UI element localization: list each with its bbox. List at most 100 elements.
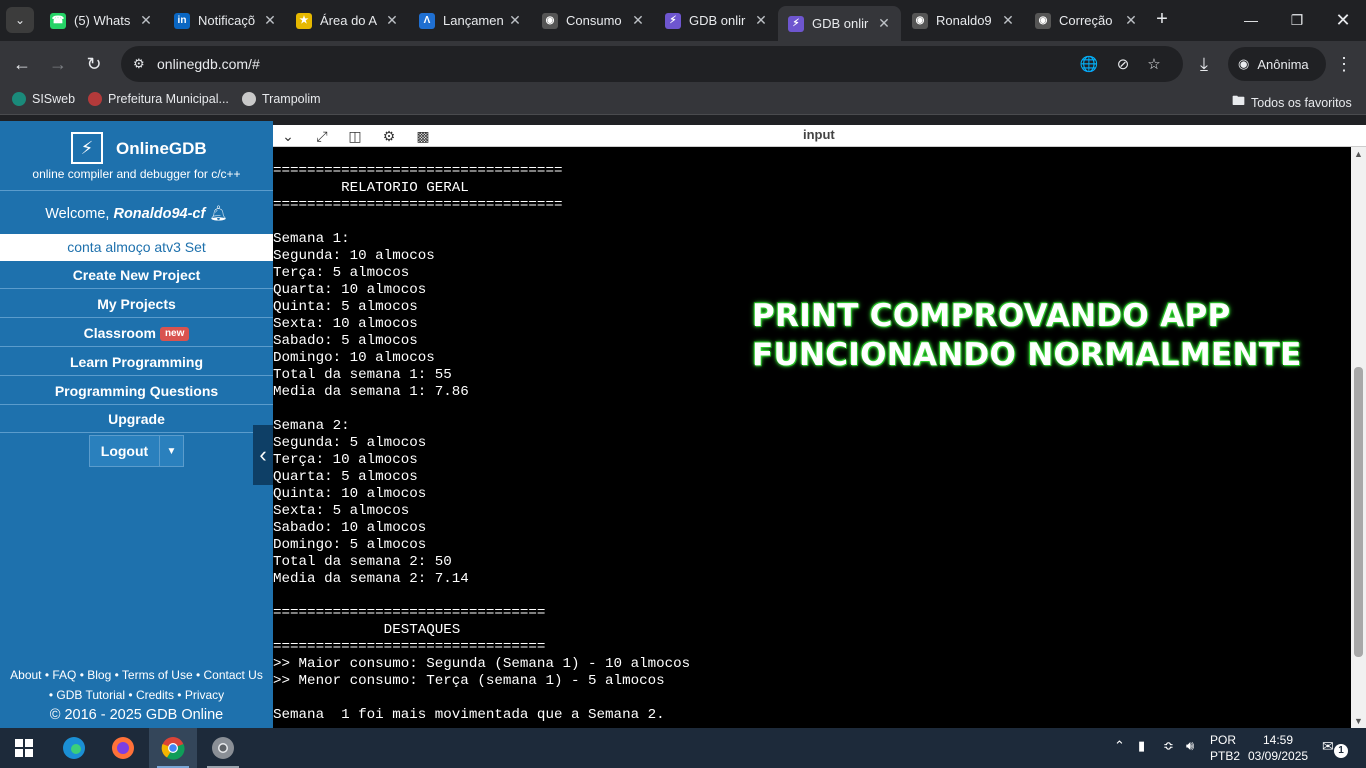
my-projects-link[interactable]: My Projects <box>0 290 273 318</box>
restore-button[interactable]: ❐ <box>1274 0 1320 40</box>
chrome-profile-icon[interactable] <box>199 728 247 768</box>
minimize-button[interactable]: — <box>1228 0 1274 40</box>
close-tab-icon[interactable]: ✕ <box>139 12 153 29</box>
close-tab-icon[interactable]: ✕ <box>1001 12 1015 29</box>
back-button[interactable]: ← <box>8 50 36 78</box>
brand-name[interactable]: OnlineGDB <box>116 139 207 159</box>
footer-links[interactable]: About • FAQ • Blog • Terms of Use • Cont… <box>0 668 273 682</box>
scroll-down-arrow-icon[interactable]: ▼ <box>1351 716 1366 726</box>
close-tab-icon[interactable]: ✕ <box>263 12 277 29</box>
windows-start-icon[interactable] <box>0 728 48 768</box>
layout-icon[interactable]: ◫ <box>346 128 364 144</box>
console-line: RELATORIO GERAL <box>273 180 469 196</box>
bolt-logo-icon[interactable]: ⚡︎ <box>71 132 103 164</box>
scroll-up-arrow-icon[interactable]: ▲ <box>1351 149 1366 159</box>
browser-tab[interactable]: ◉ Ronaldo9 ✕ <box>902 6 1025 35</box>
output-panel-toolbar: ⌄ ⤢ ◫ ⚙ ▩ input <box>273 125 1366 147</box>
bookmark-star-icon[interactable]: ☆ <box>1144 55 1164 75</box>
all-bookmarks-label: Todos os favoritos <box>1251 96 1352 110</box>
tab-title: (5) Whats <box>74 13 131 28</box>
console-icon[interactable]: ▩ <box>414 128 432 144</box>
bookmark-prefeitura[interactable]: Prefeitura Municipal... <box>88 92 229 106</box>
close-window-button[interactable]: ✕ <box>1320 0 1366 40</box>
url-text[interactable]: onlinegdb.com/# <box>157 56 260 72</box>
output-console[interactable]: ================================== RELAT… <box>273 147 1351 728</box>
learn-programming-link[interactable]: Learn Programming <box>0 348 273 376</box>
browser-tab[interactable]: ☎ (5) Whats ✕ <box>40 6 163 35</box>
upgrade-link[interactable]: Upgrade <box>0 405 273 433</box>
console-line: Segunda: 5 almocos <box>273 435 427 451</box>
create-new-project-link[interactable]: Create New Project <box>0 261 273 289</box>
chrome-icon[interactable] <box>149 728 197 768</box>
volume-icon[interactable]: 🔊︎ <box>1186 738 1194 754</box>
whatsapp-icon: ☎ <box>50 12 66 29</box>
browser-tab[interactable]: in Notificaçõ ✕ <box>164 6 287 35</box>
caret-down-icon[interactable]: ▼ <box>159 436 183 466</box>
site-info-icon[interactable]: ⚙ <box>133 56 149 72</box>
footer-links-secondary[interactable]: • GDB Tutorial • Credits • Privacy <box>0 688 273 702</box>
console-scrollbar[interactable]: ▲ ▼ <box>1351 147 1366 728</box>
tab-search-chevron-icon[interactable]: ⌄ <box>6 7 34 33</box>
all-bookmarks-folder[interactable]: 🖿 Todos os favoritos <box>1232 92 1352 114</box>
console-line: Terça: 5 almocos <box>273 265 410 281</box>
browser-tab[interactable]: ◉ Correção ✕ <box>1025 6 1148 35</box>
overlay-caption-line1: PRINT COMPROVANDO APP <box>752 298 1231 334</box>
forward-button[interactable]: → <box>44 50 72 78</box>
console-line: Total da semana 1: 55 <box>273 367 452 383</box>
bookmark-sisweb[interactable]: SISweb <box>12 92 75 106</box>
expand-icon[interactable]: ⤢ <box>313 128 331 144</box>
tray-chevron-up-icon[interactable]: ⌃ <box>1114 738 1125 754</box>
edge-icon[interactable] <box>50 728 98 768</box>
bookmark-trampolim[interactable]: Trampolim <box>242 92 321 106</box>
username[interactable]: Ronaldo94-cf <box>113 206 205 222</box>
notification-center-icon[interactable]: ✉ 1 <box>1322 738 1348 758</box>
panel-title[interactable]: input <box>803 127 835 142</box>
battery-icon[interactable]: ▮ <box>1138 738 1145 754</box>
new-tab-button[interactable]: + <box>1150 8 1174 32</box>
programming-questions-link[interactable]: Programming Questions <box>0 377 273 405</box>
console-line: >> Menor consumo: Terça (semana 1) - 5 a… <box>273 673 665 689</box>
browser-tab[interactable]: ⚡︎ GDB onlir ✕ <box>655 6 778 35</box>
system-clock[interactable]: 14:59 03/09/2025 <box>1248 732 1308 764</box>
clock-time: 14:59 <box>1262 733 1294 747</box>
browser-menu-icon[interactable]: ⋮ <box>1330 50 1358 78</box>
current-project-name[interactable]: conta almoço atv3 Set <box>0 234 273 261</box>
close-tab-icon[interactable]: ✕ <box>1124 12 1138 29</box>
close-tab-icon[interactable]: ✕ <box>508 12 522 29</box>
browser-tab[interactable]: ⚡︎ GDB onlir ✕ <box>778 6 901 41</box>
close-tab-icon[interactable]: ✕ <box>877 15 891 32</box>
bolt-icon: ⚡︎ <box>665 12 681 29</box>
firefox-icon[interactable] <box>99 728 147 768</box>
browser-tab[interactable]: ◉ Consumo ✕ <box>532 6 655 35</box>
tab-title: Lançamen <box>443 13 504 28</box>
download-icon[interactable]: ⤓ <box>1190 50 1218 78</box>
translate-icon[interactable]: 🌐 <box>1079 55 1099 75</box>
collapse-sidebar-chevron-icon[interactable]: ‹ <box>253 425 273 485</box>
close-tab-icon[interactable]: ✕ <box>385 12 399 29</box>
classroom-link[interactable]: Classroom new <box>0 319 273 347</box>
folder-icon: 🖿 <box>1232 93 1246 108</box>
star-outline-icon: ★ <box>296 12 312 29</box>
tab-title: Área do A <box>320 13 378 28</box>
reload-button[interactable]: ↻ <box>80 50 108 78</box>
close-tab-icon[interactable]: ✕ <box>754 12 768 29</box>
wifi-icon[interactable]: ≎ <box>1163 738 1174 754</box>
scrollbar-thumb[interactable] <box>1354 367 1363 657</box>
address-bar[interactable]: ⚙ onlinegdb.com/# 🌐 ⊘ ☆ <box>121 46 1183 82</box>
close-tab-icon[interactable]: ✕ <box>631 12 645 29</box>
bell-icon[interactable]: 🔔︎ <box>209 206 227 222</box>
browser-tab[interactable]: ★ Área do A ✕ <box>286 6 409 35</box>
gear-icon[interactable]: ⚙ <box>380 128 398 144</box>
chevron-down-icon[interactable]: ⌄ <box>279 128 297 144</box>
windows-taskbar: ⌃ ▮ ≎ 🔊︎ POR PTB2 14:59 03/09/2025 ✉ 1 <box>0 728 1366 768</box>
browser-tab[interactable]: Λ Lançamen ✕ <box>409 6 532 35</box>
logout-label: Logout <box>100 443 149 459</box>
language-indicator[interactable]: POR PTB2 <box>1210 732 1240 764</box>
bolt-icon: ⚡︎ <box>788 15 804 32</box>
console-line: >> Maior consumo: Segunda (Semana 1) - 1… <box>273 656 691 672</box>
incognito-profile-button[interactable]: ◉ Anônima <box>1228 47 1326 81</box>
eye-off-icon[interactable]: ⊘ <box>1113 55 1133 75</box>
console-line: Sabado: 5 almocos <box>273 333 418 349</box>
console-line: Media da semana 1: 7.86 <box>273 384 469 400</box>
logout-button[interactable]: Logout ▼ <box>89 435 184 467</box>
